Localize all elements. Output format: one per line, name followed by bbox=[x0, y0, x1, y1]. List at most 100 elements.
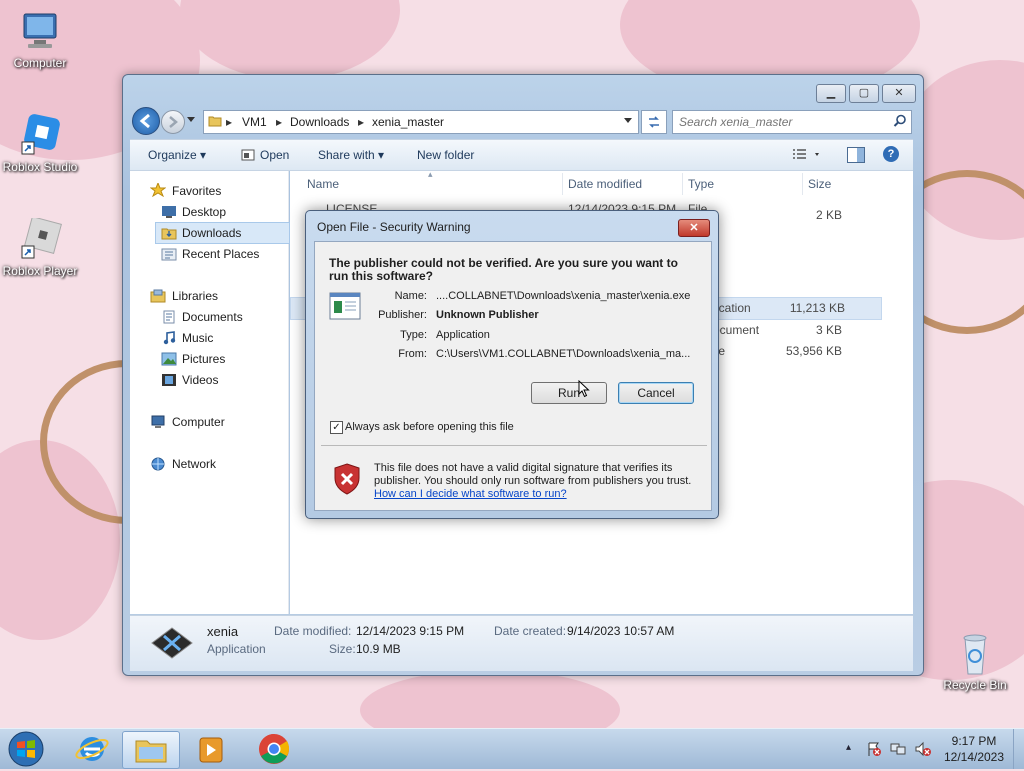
nav-recent-places[interactable]: Recent Places bbox=[182, 247, 259, 261]
help-link[interactable]: How can I decide what software to run? bbox=[374, 488, 567, 500]
run-button[interactable]: Run bbox=[531, 382, 607, 404]
volume-muted-icon[interactable] bbox=[914, 741, 932, 760]
start-button[interactable] bbox=[4, 730, 48, 768]
detail-file-name: xenia bbox=[207, 624, 239, 639]
nav-desktop[interactable]: Desktop bbox=[182, 205, 226, 219]
share-with-label: Share with bbox=[318, 148, 375, 162]
favorites-star-icon bbox=[149, 181, 167, 198]
forward-button[interactable] bbox=[161, 110, 185, 134]
breadcrumb-item[interactable]: VM1 bbox=[242, 115, 267, 129]
organize-label: Organize bbox=[148, 148, 197, 162]
nav-network[interactable]: Network bbox=[172, 457, 216, 471]
taskbar-chrome[interactable] bbox=[246, 731, 302, 767]
show-desktop-button[interactable] bbox=[1013, 729, 1024, 769]
open-app-icon bbox=[241, 148, 255, 162]
pictures-icon bbox=[161, 352, 177, 366]
search-icon[interactable] bbox=[893, 114, 907, 131]
always-ask-label[interactable]: Always ask before opening this file bbox=[345, 421, 514, 433]
xenia-app-icon bbox=[150, 626, 194, 663]
show-hidden-icons-button[interactable]: ▴ bbox=[846, 742, 851, 753]
file-name-value: ....COLLABNET\Downloads\xenia_master\xen… bbox=[436, 290, 691, 302]
preview-pane-icon[interactable] bbox=[847, 147, 865, 163]
breadcrumb-item[interactable]: Downloads bbox=[290, 115, 349, 129]
desktop-icon-computer[interactable]: Computer bbox=[0, 10, 80, 70]
clock-date[interactable]: 12/14/2023 bbox=[938, 750, 1010, 764]
share-with-button[interactable]: Share with ▾ bbox=[318, 148, 384, 162]
column-header-name[interactable]: Name bbox=[307, 177, 339, 191]
sort-arrow-icon: ▴ bbox=[428, 169, 433, 179]
desktop-icon-recycle-bin[interactable]: Recycle Bin bbox=[935, 632, 1015, 692]
refresh-button[interactable] bbox=[641, 110, 667, 134]
action-center-flag-icon[interactable] bbox=[866, 741, 882, 760]
file-type: ocument bbox=[713, 323, 760, 337]
clock-time[interactable]: 9:17 PM bbox=[944, 734, 1004, 748]
desktop-icon-label: Recycle Bin bbox=[943, 678, 1007, 692]
minimize-button[interactable]: ▁ bbox=[816, 84, 846, 103]
detail-file-type: Application bbox=[207, 642, 266, 656]
detail-date-modified-label: Date modified: bbox=[274, 624, 352, 638]
cancel-button[interactable]: Cancel bbox=[618, 382, 694, 404]
mouse-cursor-icon bbox=[578, 379, 590, 401]
network-status-icon[interactable] bbox=[890, 741, 906, 760]
videos-icon bbox=[161, 373, 177, 387]
nav-documents[interactable]: Documents bbox=[182, 310, 243, 324]
view-options-icon[interactable] bbox=[792, 148, 822, 165]
column-header-size[interactable]: Size bbox=[808, 177, 831, 191]
nav-computer[interactable]: Computer bbox=[172, 415, 225, 429]
chrome-icon bbox=[259, 734, 290, 764]
refresh-icon bbox=[649, 116, 659, 128]
type-label: Type: bbox=[400, 329, 427, 341]
recent-pages-dropdown-icon[interactable] bbox=[187, 117, 195, 122]
taskbar-media-player[interactable] bbox=[182, 731, 238, 767]
organize-button[interactable]: Organize ▾ bbox=[148, 148, 206, 162]
publisher-value: Unknown Publisher bbox=[436, 309, 539, 321]
back-arrow-icon bbox=[139, 113, 150, 129]
file-type: ication bbox=[716, 301, 751, 315]
network-icon bbox=[150, 457, 166, 471]
computer-icon bbox=[16, 10, 64, 54]
back-button[interactable] bbox=[132, 107, 160, 135]
dialog-close-button[interactable]: ✕ bbox=[678, 219, 710, 237]
nav-favorites[interactable]: Favorites bbox=[172, 184, 221, 198]
detail-size-label: Size: bbox=[329, 642, 356, 656]
recycle-bin-icon bbox=[951, 632, 999, 676]
detail-date-modified: 12/14/2023 9:15 PM bbox=[356, 624, 465, 638]
desktop-icon-roblox-studio[interactable]: Roblox Studio bbox=[0, 114, 80, 174]
column-header-type[interactable]: Type bbox=[688, 177, 714, 191]
roblox-studio-icon bbox=[16, 114, 64, 158]
nav-pictures[interactable]: Pictures bbox=[182, 352, 225, 366]
nav-videos[interactable]: Videos bbox=[182, 373, 218, 387]
taskbar-explorer[interactable] bbox=[122, 731, 180, 769]
maximize-button[interactable]: ▢ bbox=[849, 84, 879, 103]
roblox-player-icon bbox=[16, 216, 64, 262]
command-bar: Organize ▾ Open Share with ▾ New folder … bbox=[130, 139, 913, 171]
search-input[interactable] bbox=[677, 113, 886, 131]
desktop-icon-roblox-player[interactable]: Roblox Player bbox=[0, 216, 80, 278]
nav-music[interactable]: Music bbox=[182, 331, 213, 345]
desktop-icon-label: Roblox Studio bbox=[2, 160, 78, 174]
nav-downloads[interactable]: Downloads bbox=[182, 226, 241, 240]
breadcrumb-separator: ▸ bbox=[276, 115, 283, 129]
address-bar[interactable]: ▸ VM1 ▸ Downloads ▸ xenia_master bbox=[203, 110, 639, 134]
desktop-icon-label: Roblox Player bbox=[2, 264, 78, 278]
nav-libraries[interactable]: Libraries bbox=[172, 289, 218, 303]
open-button[interactable]: Open bbox=[260, 148, 289, 162]
taskbar-internet-explorer[interactable] bbox=[64, 731, 120, 767]
details-pane: xenia Application Date modified: 12/14/2… bbox=[130, 615, 913, 671]
help-icon[interactable]: ? bbox=[883, 146, 899, 162]
column-divider bbox=[682, 173, 683, 195]
detail-size: 10.9 MB bbox=[356, 642, 401, 656]
security-warning-dialog: Open File - Security Warning ✕ The publi… bbox=[305, 210, 719, 519]
always-ask-checkbox[interactable]: ✓ bbox=[330, 421, 343, 434]
dialog-body: The publisher could not be verified. Are… bbox=[314, 241, 712, 511]
navigation-pane: Favorites Desktop Downloads Recent Place… bbox=[130, 171, 290, 614]
column-header-date[interactable]: Date modified bbox=[568, 177, 642, 191]
address-dropdown-icon[interactable] bbox=[624, 118, 632, 123]
close-button[interactable]: ✕ bbox=[882, 84, 916, 103]
search-box[interactable] bbox=[672, 110, 912, 134]
taskbar: ▴ 9:17 PM 12/14/2023 bbox=[0, 728, 1024, 769]
breadcrumb-item[interactable]: xenia_master bbox=[372, 115, 444, 129]
detail-date-created-label: Date created: bbox=[494, 624, 567, 638]
new-folder-button[interactable]: New folder bbox=[417, 148, 474, 162]
explorer-folder-icon bbox=[135, 740, 167, 763]
